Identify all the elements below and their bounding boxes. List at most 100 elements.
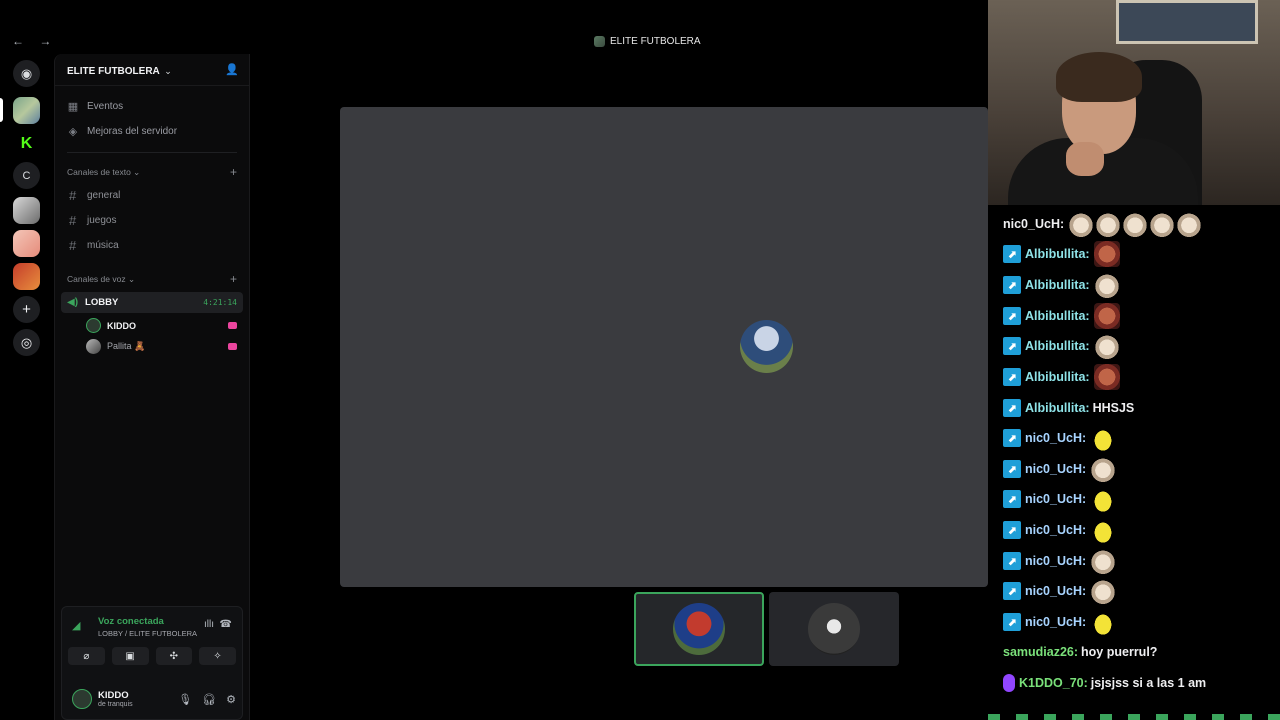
chat-message: K1DDO_70: jsjsjss si a las 1 am	[1003, 672, 1206, 694]
chat-username[interactable]: nic0_UcH:	[1025, 431, 1086, 445]
prime-badge-icon[interactable]: ⬈	[1003, 276, 1021, 294]
participant-tile-kiddo[interactable]	[634, 592, 764, 666]
yellow-emote-icon	[1090, 425, 1117, 451]
server-boost-label: Mejoras del servidor	[87, 126, 178, 137]
chat-username[interactable]: Albibullita:	[1025, 370, 1090, 384]
chat-username[interactable]: nic0_UcH:	[1003, 217, 1064, 231]
chat-username[interactable]: nic0_UcH:	[1025, 523, 1086, 537]
prime-badge-icon[interactable]: ⬈	[1003, 490, 1021, 508]
mic-badge-icon[interactable]	[1003, 674, 1015, 692]
add-channel-icon[interactable]: +	[230, 165, 237, 179]
text-channels-category[interactable]: Canales de texto ⌄ +	[55, 161, 249, 183]
settings-gear-icon[interactable]: ⚙	[226, 693, 236, 706]
chat-username[interactable]: nic0_UcH:	[1025, 584, 1086, 598]
voice-user-pallita[interactable]: Pallita 🧸	[55, 336, 249, 357]
prime-badge-icon[interactable]: ⬈	[1003, 460, 1021, 478]
avatar	[673, 603, 725, 655]
prime-badge-icon[interactable]: ⬈	[1003, 368, 1021, 386]
emote-strip	[988, 714, 1280, 720]
add-voice-channel-icon[interactable]: +	[230, 272, 237, 286]
noise-suppression-icon[interactable]: ıllı	[204, 619, 214, 630]
chat-text: hoy puerrul?	[1081, 645, 1158, 659]
camera-off-button[interactable]: ⌀	[68, 647, 105, 665]
invite-user-icon[interactable]: 👤	[225, 63, 239, 76]
prime-badge-icon[interactable]: ⬈	[1003, 582, 1021, 600]
avatar	[808, 603, 860, 655]
guild-header[interactable]: ELITE FUTBOLERA ⌄ 👤	[55, 54, 249, 86]
guild-name-wrap: ELITE FUTBOLERA ⌄	[67, 61, 172, 79]
main-video-tile[interactable]	[340, 107, 988, 587]
soundboard-button[interactable]: ✧	[199, 647, 236, 665]
yellow-emote-icon	[1090, 486, 1117, 512]
chat-username[interactable]: K1DDO_70:	[1019, 676, 1088, 690]
disconnect-icon[interactable]: ☎	[220, 619, 232, 630]
avatar	[72, 689, 92, 709]
chat-username[interactable]: samudiaz26:	[1003, 645, 1078, 659]
window-title: ELITE FUTBOLERA	[594, 36, 701, 47]
server-4-icon[interactable]	[13, 197, 40, 224]
server-boost-item[interactable]: ◈ Mejoras del servidor	[55, 119, 249, 144]
selected-pill	[0, 98, 3, 122]
chat-username[interactable]: nic0_UcH:	[1025, 615, 1086, 629]
chat-username[interactable]: Albibullita:	[1025, 339, 1090, 353]
chat-message: samudiaz26: hoy puerrul?	[1003, 641, 1157, 663]
chat-text: jsjsjss si a las 1 am	[1090, 676, 1207, 690]
chat-username[interactable]: Albibullita:	[1025, 401, 1090, 415]
cat-emote-icon	[1149, 211, 1176, 237]
headphones-icon[interactable]: 🎧︎	[202, 693, 216, 706]
chat-username[interactable]: Albibullita:	[1025, 247, 1090, 261]
discord-home-icon[interactable]: ◉	[13, 60, 40, 87]
chat-message: nic0_UcH:	[1003, 211, 1203, 237]
voice-timer: 4:21:14	[203, 298, 237, 307]
voice-channels-category[interactable]: Canales de voz ⌄ +	[55, 268, 249, 290]
voice-user-name: Pallita 🧸	[107, 341, 146, 351]
microphone-icon[interactable]: 🎙︎	[178, 693, 192, 706]
chat-username[interactable]: nic0_UcH:	[1025, 462, 1086, 476]
chevron-down-icon: ⌄	[164, 65, 172, 76]
screen-share-button[interactable]: ▣	[111, 647, 149, 665]
avatar	[86, 318, 101, 333]
channel-musica[interactable]: # música	[55, 233, 249, 258]
user-panel: KIDDO de tranquis 🎙︎ 🎧︎ ⚙	[72, 684, 236, 714]
events-item[interactable]: ▦ Eventos	[55, 94, 249, 119]
voice-user-kiddo[interactable]: KIDDO	[55, 315, 249, 336]
prime-badge-icon[interactable]: ⬈	[1003, 399, 1021, 417]
server-c-icon[interactable]: C	[13, 162, 40, 189]
prime-badge-icon[interactable]: ⬈	[1003, 552, 1021, 570]
discover-icon[interactable]: ◎	[13, 329, 40, 356]
prime-badge-icon[interactable]: ⬈	[1003, 613, 1021, 631]
calendar-icon: ▦	[67, 101, 79, 113]
server-elite-futbolera-icon[interactable]	[13, 97, 40, 124]
voice-user-left: Pallita 🧸	[86, 339, 145, 354]
channel-general[interactable]: # general	[55, 183, 249, 208]
chat-username[interactable]: nic0_UcH:	[1025, 492, 1086, 506]
prime-badge-icon[interactable]: ⬈	[1003, 337, 1021, 355]
webcam-overlay	[988, 0, 1280, 205]
voice-location[interactable]: LOBBY / ELITE FUTBOLERA	[98, 629, 197, 638]
nav-arrows[interactable]: ← →	[12, 34, 57, 48]
voice-status-row: ◢ Voz conectada LOBBY / ELITE FUTBOLERA …	[72, 616, 232, 640]
voice-channel-lobby[interactable]: ◀) LOBBY 4:21:14	[61, 292, 243, 313]
activities-button[interactable]: ✣	[155, 647, 193, 665]
yellow-emote-icon	[1090, 609, 1117, 635]
server-6-icon[interactable]	[13, 263, 40, 290]
chat-username[interactable]: nic0_UcH:	[1025, 554, 1086, 568]
add-server-icon[interactable]: +	[13, 296, 40, 323]
participant-tile-pallita[interactable]	[769, 592, 899, 666]
chat-message: ⬈ nic0_UcH:	[1003, 425, 1117, 451]
chat-message: ⬈ Albibullita:	[1003, 333, 1120, 359]
voice-status[interactable]: Voz conectada	[98, 616, 164, 627]
prime-badge-icon[interactable]: ⬈	[1003, 429, 1021, 447]
server-5-icon[interactable]	[13, 230, 40, 257]
guild-name: ELITE FUTBOLERA	[67, 65, 160, 77]
prime-badge-icon[interactable]: ⬈	[1003, 245, 1021, 263]
channel-juegos[interactable]: # juegos	[55, 208, 249, 233]
voice-user-left: KIDDO	[86, 318, 136, 333]
chat-username[interactable]: Albibullita:	[1025, 278, 1090, 292]
server-k-icon[interactable]: K	[13, 130, 40, 157]
user-info[interactable]: KIDDO de tranquis	[72, 689, 133, 709]
channel-label: música	[87, 240, 119, 251]
prime-badge-icon[interactable]: ⬈	[1003, 521, 1021, 539]
prime-badge-icon[interactable]: ⬈	[1003, 307, 1021, 325]
chat-username[interactable]: Albibullita:	[1025, 309, 1090, 323]
